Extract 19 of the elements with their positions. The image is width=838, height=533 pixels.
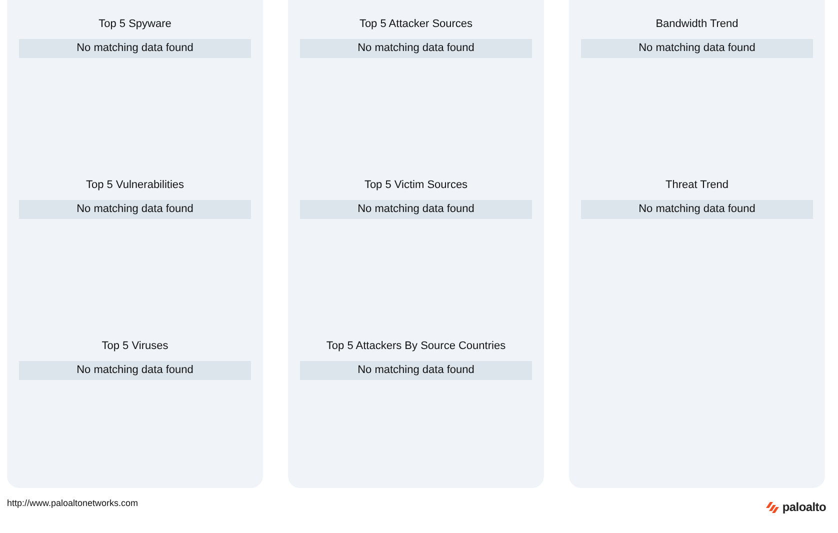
widget-title: Threat Trend (664, 178, 730, 192)
empty-message: No matching data found (300, 361, 532, 380)
empty-message: No matching data found (300, 39, 532, 58)
company-logo: paloalto (766, 500, 826, 514)
empty-message: No matching data found (581, 39, 813, 58)
footer-url: http://www.paloaltonetworks.com (7, 498, 138, 508)
empty-message: No matching data found (19, 361, 251, 380)
widget-title: Top 5 Attacker Sources (358, 17, 474, 31)
widget-title: Top 5 Viruses (100, 339, 170, 353)
stripes-icon (766, 502, 780, 512)
widget-title: Top 5 Attackers By Source Countries (325, 339, 507, 353)
empty-message: No matching data found (19, 200, 251, 219)
empty-message: No matching data found (19, 39, 251, 58)
empty-message: No matching data found (581, 200, 813, 219)
widget-title: Top 5 Victim Sources (363, 178, 469, 192)
widget-title: Top 5 Spyware (98, 17, 172, 31)
widget-title: Bandwidth Trend (654, 17, 740, 31)
widget-title: Top 5 Vulnerabilities (84, 178, 186, 192)
empty-message: No matching data found (300, 200, 532, 219)
